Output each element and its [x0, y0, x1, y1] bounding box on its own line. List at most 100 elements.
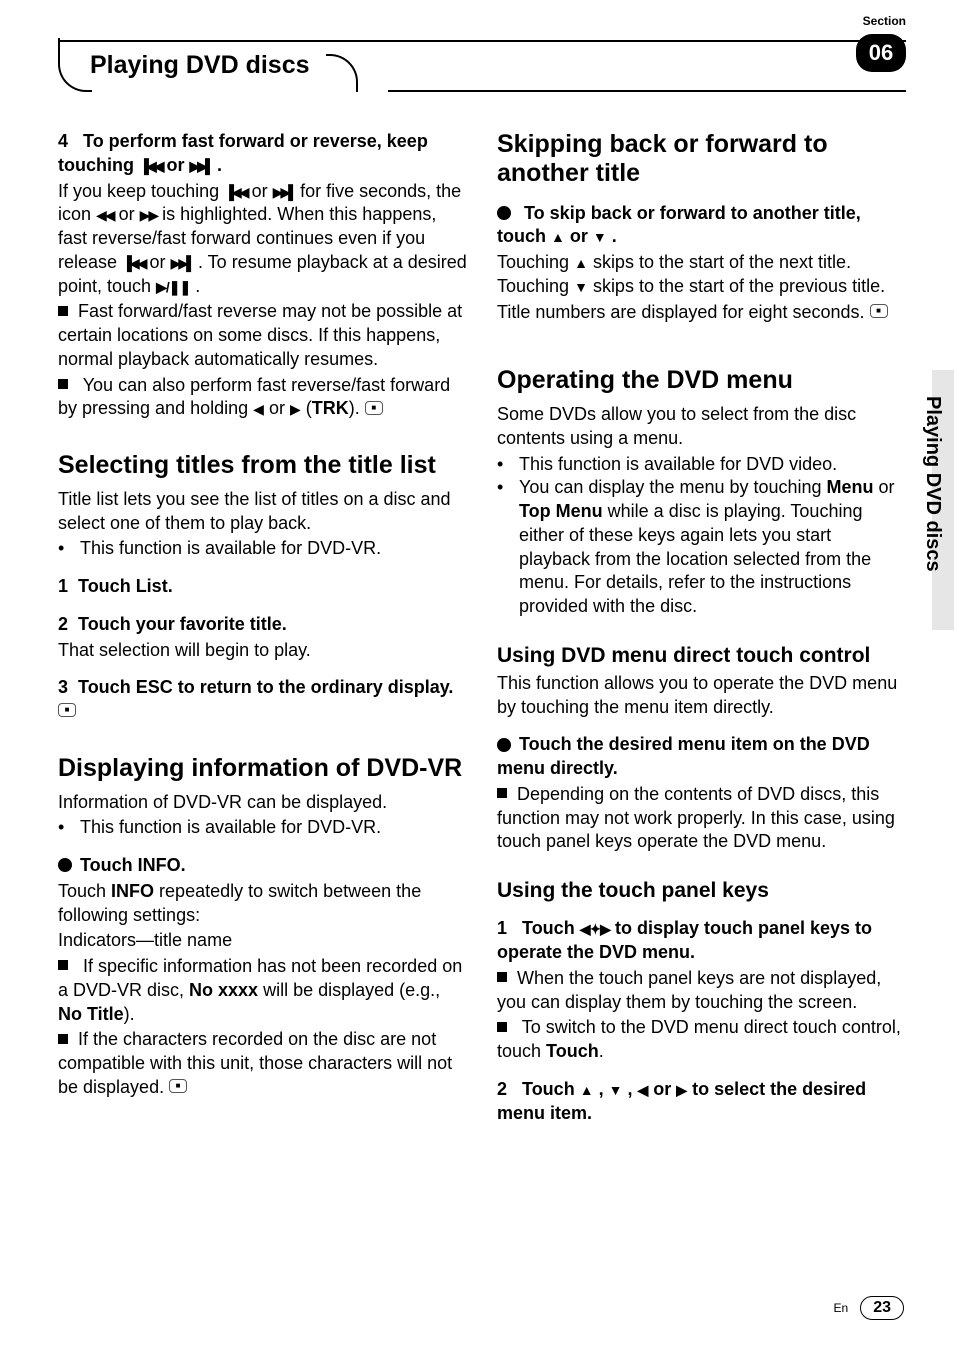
end-section-icon [169, 1079, 187, 1093]
n: 3 [58, 677, 68, 697]
square-bullet-icon [497, 1022, 507, 1032]
t: Touching [497, 252, 574, 272]
t: This function is available for DVD-VR. [80, 537, 467, 561]
t: , [599, 1079, 609, 1099]
rewind-icon [96, 204, 114, 224]
chapter-title: Playing DVD discs [90, 43, 328, 88]
t: INFO [111, 881, 154, 901]
t: or [150, 252, 171, 272]
t: Touch ESC to return to the ordinary disp… [78, 677, 453, 697]
t: . [599, 1041, 604, 1061]
step-text: . [217, 155, 222, 175]
t: TRK [312, 398, 349, 418]
note: You can also perform fast reverse/fast f… [58, 374, 467, 422]
left-arrow-icon [253, 398, 264, 418]
t: No Title [58, 1004, 124, 1024]
down-arrow-icon [593, 226, 607, 246]
step-text: To perform fast forward or reverse, keep… [58, 131, 428, 175]
action-bullet: Touch INFO. [58, 854, 467, 878]
body-text: Some DVDs allow you to select from the d… [497, 403, 906, 451]
content-columns: 4 To perform fast forward or reverse, ke… [58, 130, 906, 1127]
language-label: En [834, 1301, 849, 1315]
t: Depending on the contents of DVD discs, … [497, 784, 895, 852]
heading-operating-menu: Operating the DVD menu [497, 366, 906, 395]
next-track-icon [273, 181, 295, 201]
t: or [252, 181, 273, 201]
t: Touch your favorite title. [78, 614, 287, 634]
heading-skipping: Skipping back or forward to another titl… [497, 130, 906, 188]
t: Menu [827, 477, 874, 497]
left-arrow-icon [637, 1079, 648, 1099]
note: If specific information has not been rec… [58, 955, 467, 1026]
body-text: Information of DVD-VR can be displayed. [58, 791, 467, 815]
step-2: 2 Touch , , or to select the desired men… [497, 1078, 906, 1126]
t: . [195, 276, 200, 296]
t: Touch [58, 881, 111, 901]
note: If the characters recorded on the disc a… [58, 1028, 467, 1099]
t: Title numbers are displayed for eight se… [497, 302, 865, 322]
action-dot-icon [58, 858, 72, 872]
up-arrow-icon [551, 226, 565, 246]
body-text: Indicators—title name [58, 929, 467, 953]
bullet: •This function is available for DVD-VR. [58, 816, 467, 840]
t: Top Menu [519, 501, 603, 521]
page-number-badge: 23 [860, 1296, 904, 1320]
square-bullet-icon [58, 960, 68, 970]
chapter-tab: Playing DVD discs [58, 38, 358, 92]
prev-track-icon [139, 155, 161, 175]
down-arrow-icon [574, 276, 588, 296]
step-2: 2 Touch your favorite title. [58, 613, 467, 637]
body-text: This function allows you to operate the … [497, 672, 906, 720]
t: When the touch panel keys are not displa… [497, 968, 881, 1012]
end-section-icon [365, 401, 383, 415]
header-rule-bottom [388, 90, 906, 92]
t: Fast forward/fast reverse may not be pos… [58, 301, 462, 369]
t: No xxxx [189, 980, 258, 1000]
t: or [653, 1079, 676, 1099]
t: skips to the start of the previous title… [593, 276, 885, 296]
next-track-icon [189, 155, 211, 175]
note: Depending on the contents of DVD discs, … [497, 783, 906, 854]
bullet: • You can display the menu by touching M… [497, 476, 906, 619]
heading-displaying-info: Displaying information of DVD-VR [58, 754, 467, 783]
t: or [570, 226, 593, 246]
square-bullet-icon [497, 972, 507, 982]
step-number: 4 [58, 131, 68, 151]
step-1: 1 Touch to display touch panel keys to o… [497, 917, 906, 965]
prev-track-icon [122, 252, 144, 272]
bullet-dot: • [497, 453, 519, 477]
up-arrow-icon [580, 1079, 594, 1099]
prev-track-icon [224, 181, 246, 201]
t: ). [124, 1004, 135, 1024]
section-number-badge: 06 [856, 34, 906, 72]
action-bullet: Touch the desired menu item on the DVD m… [497, 733, 906, 781]
heading-selecting-titles: Selecting titles from the title list [58, 451, 467, 480]
t: This function is available for DVD-VR. [80, 816, 467, 840]
n: 2 [497, 1079, 507, 1099]
t: This function is available for DVD video… [519, 453, 906, 477]
t: If you keep touching [58, 181, 224, 201]
right-arrow-icon [290, 398, 301, 418]
note: Fast forward/fast reverse may not be pos… [58, 300, 467, 371]
page-footer: En 23 [834, 1296, 904, 1320]
tab-curve-right [326, 54, 358, 92]
page-header: Section 06 Playing DVD discs [58, 40, 906, 94]
side-tab-label: Playing DVD discs [921, 396, 944, 572]
square-bullet-icon [58, 306, 68, 316]
touch-control-icon [580, 918, 610, 938]
up-arrow-icon [574, 252, 588, 272]
body-text: If you keep touching or for five seconds… [58, 180, 467, 299]
step-3: 3 Touch ESC to return to the ordinary di… [58, 676, 467, 724]
section-label: Section [863, 14, 906, 28]
bullet: •This function is available for DVD-VR. [58, 537, 467, 561]
body-text: Touching skips to the start of the next … [497, 251, 906, 299]
t: or [269, 398, 290, 418]
action-dot-icon [497, 206, 511, 220]
square-bullet-icon [58, 1034, 68, 1044]
end-section-icon [58, 703, 76, 717]
t: Touch the desired menu item on the DVD m… [497, 734, 870, 778]
bullet-dot: • [497, 476, 519, 619]
play-pause-icon [156, 276, 190, 296]
t: You can display the menu by touching [519, 477, 827, 497]
t: Touch List. [78, 576, 173, 596]
